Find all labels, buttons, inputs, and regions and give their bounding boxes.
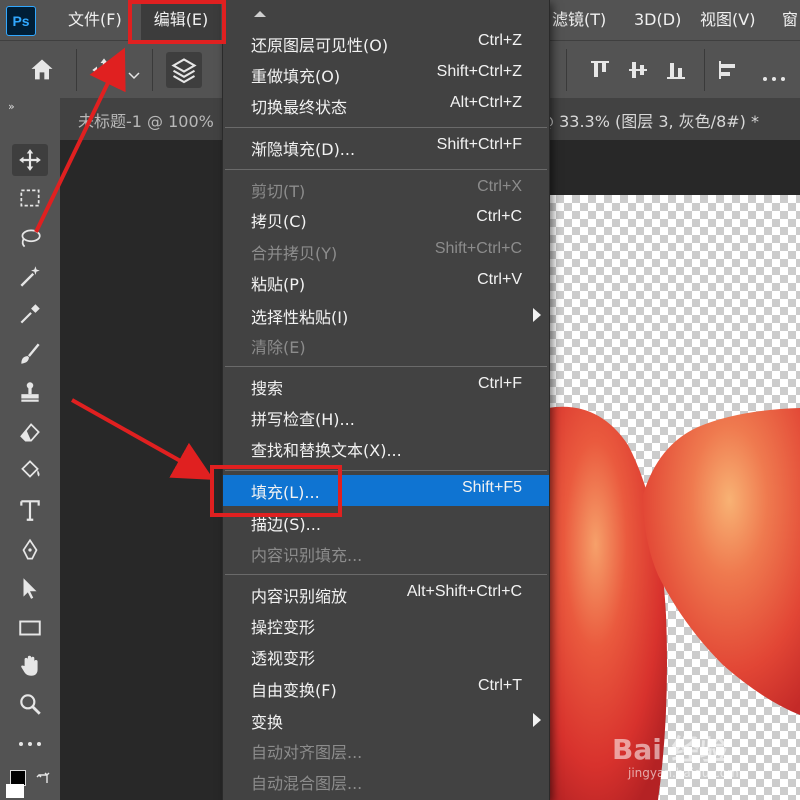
divider — [76, 49, 77, 91]
menu-filter[interactable]: 滤镜(T) — [552, 0, 606, 40]
menu-item-free-transform[interactable]: 自由变换(F) Ctrl+T — [223, 673, 549, 704]
rectangle-tool-icon[interactable] — [12, 612, 48, 644]
more-options-icon[interactable] — [762, 67, 786, 86]
menu-item-copy-merged: 合并拷贝(Y) Shift+Ctrl+C — [251, 240, 522, 263]
toolbox: » — [0, 98, 61, 800]
menu-separator — [225, 127, 547, 128]
chevron-down-icon[interactable] — [128, 65, 140, 84]
lasso-tool-icon[interactable] — [12, 222, 48, 254]
menu-item-auto-blend-layers: 自动混合图层... — [251, 774, 363, 793]
collapse-panel-icon[interactable]: » — [8, 100, 15, 113]
menu-item-copy[interactable]: 拷贝(C) Ctrl+C — [223, 204, 549, 235]
home-icon[interactable] — [28, 56, 56, 84]
menu-separator — [225, 366, 547, 367]
highlight-edit-menu — [128, 0, 226, 44]
menu-item-redo-fill[interactable]: 重做填充(O) Shift+Ctrl+Z — [223, 59, 549, 90]
menu-item-perspective-warp[interactable]: 透视变形 — [223, 641, 549, 672]
scroll-up-icon[interactable] — [253, 10, 267, 18]
menu-item-paste-special[interactable]: 选择性粘贴(I) — [223, 300, 549, 331]
menu-separator — [225, 169, 547, 170]
menu-item-toggle-last-state[interactable]: 切换最终状态 Alt+Ctrl+Z — [223, 90, 549, 121]
document-canvas[interactable] — [548, 195, 800, 800]
menu-item-find-replace-text[interactable]: 查找和替换文本(X)... — [223, 433, 549, 464]
background-color-swatch[interactable] — [6, 784, 24, 798]
menu-item-content-aware-fill: 内容识别填充... — [251, 546, 363, 565]
swap-colors-icon[interactable] — [36, 770, 52, 790]
menu-item-content-aware-scale[interactable]: 内容识别缩放 Alt+Shift+Ctrl+C — [223, 579, 549, 610]
menu-item-search[interactable]: 搜索 Ctrl+F — [223, 371, 549, 402]
menu-item-fade-fill[interactable]: 渐隐填充(D)... Shift+Ctrl+F — [223, 132, 549, 163]
align-top-icon[interactable] — [588, 58, 612, 86]
magic-wand-tool-icon[interactable] — [12, 260, 48, 292]
baidu-watermark-url: jingyan.baidu.com — [628, 766, 739, 780]
marquee-tool-icon[interactable] — [12, 182, 48, 214]
menu-item-paste[interactable]: 粘贴(P) Ctrl+V — [223, 267, 549, 298]
divider — [566, 49, 567, 91]
move-tool-icon[interactable] — [12, 144, 48, 176]
eyedropper-tool-icon[interactable] — [12, 298, 48, 330]
hand-tool-icon[interactable] — [12, 650, 48, 682]
brush-tool-icon[interactable] — [12, 338, 48, 370]
menu-file[interactable]: 文件(F) — [68, 0, 122, 40]
auto-select-layers-icon[interactable] — [166, 52, 202, 88]
menu-item-check-spelling[interactable]: 拼写检查(H)... — [223, 402, 549, 433]
menu-item-cut: 剪切(T) Ctrl+X — [251, 178, 522, 201]
path-selection-tool-icon[interactable] — [12, 572, 48, 604]
photoshop-logo-icon: Ps — [6, 6, 36, 36]
paint-bucket-tool-icon[interactable] — [12, 454, 48, 486]
align-bottom-icon[interactable] — [664, 58, 688, 86]
tab-untitled-1[interactable]: 未标题-1 @ 100% — [78, 108, 214, 132]
submenu-arrow-icon — [533, 308, 541, 322]
align-vertical-center-icon[interactable] — [626, 58, 650, 86]
menu-view[interactable]: 视图(V) — [700, 0, 755, 40]
align-left-icon[interactable] — [716, 58, 740, 86]
type-tool-icon[interactable] — [12, 494, 48, 526]
stamp-tool-icon[interactable] — [12, 376, 48, 408]
more-tools-icon[interactable] — [12, 728, 48, 760]
menu-separator — [225, 574, 547, 575]
menu-item-puppet-warp[interactable]: 操控变形 — [223, 610, 549, 641]
tab-active-document[interactable]: @ 33.3% (图层 3, 灰色/8#) * — [538, 108, 759, 132]
move-tool-icon[interactable] — [90, 56, 118, 84]
menu-item-clear: 清除(E) — [251, 338, 306, 357]
menu-window[interactable]: 窗 — [782, 0, 798, 40]
menu-item-undo-layer-visibility[interactable]: 还原图层可见性(O) Ctrl+Z — [223, 28, 549, 59]
divider — [704, 49, 705, 91]
submenu-arrow-icon — [533, 713, 541, 727]
edit-menu-dropdown: 还原图层可见性(O) Ctrl+Z 重做填充(O) Shift+Ctrl+Z 切换最… — [222, 0, 550, 800]
menu-item-transform[interactable]: 变换 — [223, 705, 549, 736]
highlight-fill-item — [210, 465, 342, 517]
eraser-tool-icon[interactable] — [12, 416, 48, 448]
zoom-tool-icon[interactable] — [12, 688, 48, 720]
menu-3d[interactable]: 3D(D) — [634, 0, 681, 40]
pen-tool-icon[interactable] — [12, 534, 48, 566]
baidu-watermark-logo: Bai 经验 — [612, 733, 728, 766]
divider — [152, 49, 153, 91]
menu-item-auto-align-layers: 自动对齐图层... — [251, 743, 363, 762]
apple-image — [548, 406, 800, 800]
